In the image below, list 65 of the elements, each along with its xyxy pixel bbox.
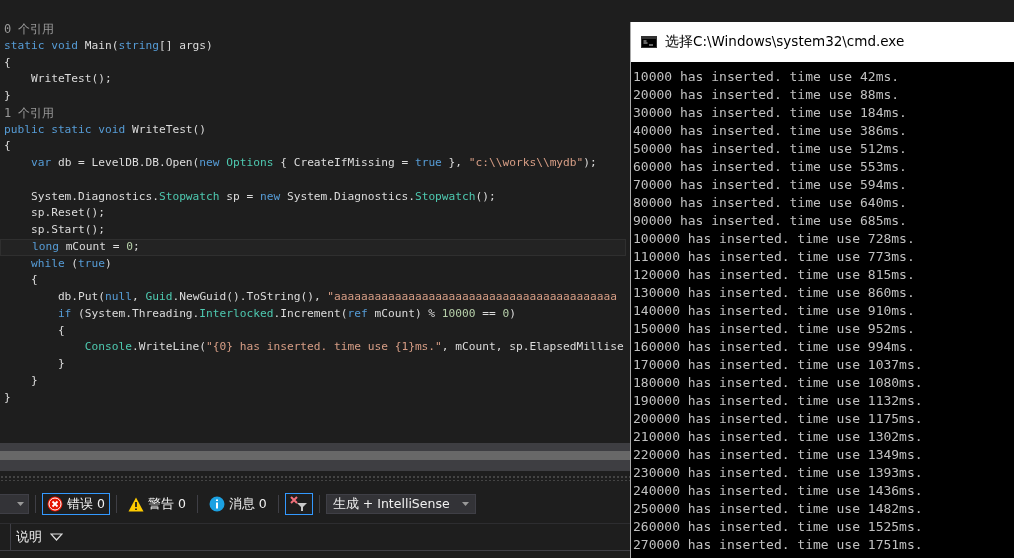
caret-icon [461, 502, 469, 506]
filter-button[interactable]: 警告 0 [122, 493, 191, 515]
code-line: var db = LevelDB.DB.Open(new Options { CreateIfMissing = true }, "c:\\works\\mydb"); [29, 155, 597, 171]
column-header[interactable]: 说明 [10, 524, 63, 550]
scrollbar[interactable] [0, 443, 630, 471]
warning-icon [127, 496, 144, 512]
console-line: 100000 has inserted. time use 728ms. [633, 230, 915, 248]
console-line: 190000 has inserted. time use 1132ms. [633, 392, 923, 410]
sort-icon [50, 533, 63, 541]
code-line: Console.WriteLine("{0} has inserted. time use {1}ms.", mCount, sp.ElapsedMillise [83, 339, 624, 356]
code-line: { [3, 138, 11, 155]
console-line: 170000 has inserted. time use 1037ms. [633, 356, 923, 374]
console-line: 250000 has inserted. time use 1482ms. [633, 500, 923, 518]
code-line: WriteTest(); [29, 71, 112, 88]
filter-button[interactable]: 消息 0 [203, 493, 272, 515]
console-line: 150000 has inserted. time use 952ms. [633, 320, 915, 338]
code-line: System.Diagnostics.Stopwatch sp = new System.Diagnostics.Stopwatch(); [29, 188, 496, 205]
console-line: 70000 has inserted. time use 594ms. [633, 176, 907, 194]
console-icon [641, 36, 657, 48]
caret-icon [17, 502, 24, 506]
console-line: 10000 has inserted. time use 42ms. [633, 68, 900, 86]
window-title: 选择C:\Windows\system32\cmd.exe [665, 33, 905, 51]
code-line: { [29, 272, 38, 289]
code-line: { [3, 54, 11, 71]
console-line: 200000 has inserted. time use 1175ms. [633, 410, 923, 428]
code-line: db.Put(null, Guid.NewGuid().ToString(), "aaaaaaaaaaaaaaaaaaaaaaaaaaaaaaaaaaaaaaaaaa [56, 289, 617, 305]
code-line: public static void WriteTest() [3, 121, 207, 138]
code-line: } [29, 372, 38, 389]
source-dropdown[interactable]: 生成 + IntelliSense [325, 494, 476, 514]
error-icon [47, 496, 63, 512]
console-line: 30000 has inserted. time use 184ms. [633, 104, 907, 122]
console-line: 270000 has inserted. time use 1751ms. [633, 536, 923, 554]
console-line: 20000 has inserted. time use 88ms. [633, 86, 900, 104]
code-line: sp.Start(); [29, 222, 106, 238]
console-line: 220000 has inserted. time use 1349ms. [633, 446, 923, 464]
console-line: 130000 has inserted. time use 860ms. [633, 284, 915, 302]
code-line: if (System.Threading.Interlocked.Increment(ref mCount) % 10000 == 0) [56, 305, 516, 322]
code-line: } [56, 356, 65, 372]
code-line: } [3, 88, 11, 104]
console-line: 80000 has inserted. time use 640ms. [633, 194, 907, 212]
filter-button[interactable]: 错误 0 [42, 493, 110, 515]
console-line: 40000 has inserted. time use 386ms. [633, 122, 907, 140]
console-line: 230000 has inserted. time use 1393ms. [633, 464, 923, 482]
code-line: while (true) [29, 255, 112, 272]
console-line: 120000 has inserted. time use 815ms. [633, 266, 915, 284]
console-line: 60000 has inserted. time use 553ms. [633, 158, 907, 176]
info-icon [208, 496, 225, 512]
reference-count[interactable]: 1 个引用 [0, 104, 55, 122]
code-line: } [3, 389, 11, 406]
code-line: { [56, 322, 65, 339]
reference-count[interactable]: 0 个引用 [0, 21, 55, 38]
console-line: 50000 has inserted. time use 512ms. [633, 140, 907, 158]
clear-filter-button[interactable] [284, 493, 313, 515]
console-line: 160000 has inserted. time use 994ms. [633, 338, 915, 356]
code-line: static void Main(string[] args) [3, 37, 213, 54]
console-line: 260000 has inserted. time use 1525ms. [633, 518, 923, 536]
console-line: 90000 has inserted. time use 685ms. [633, 212, 907, 230]
console-line: 210000 has inserted. time use 1302ms. [633, 428, 923, 446]
funnel-icon [289, 496, 308, 512]
scope-dropdown[interactable] [0, 494, 29, 514]
console-line: 180000 has inserted. time use 1080ms. [633, 374, 923, 392]
console-line: 110000 has inserted. time use 773ms. [633, 248, 915, 266]
code-line: sp.Reset(); [29, 205, 106, 222]
console-line: 240000 has inserted. time use 1436ms. [633, 482, 923, 500]
console-line: 140000 has inserted. time use 910ms. [633, 302, 915, 320]
